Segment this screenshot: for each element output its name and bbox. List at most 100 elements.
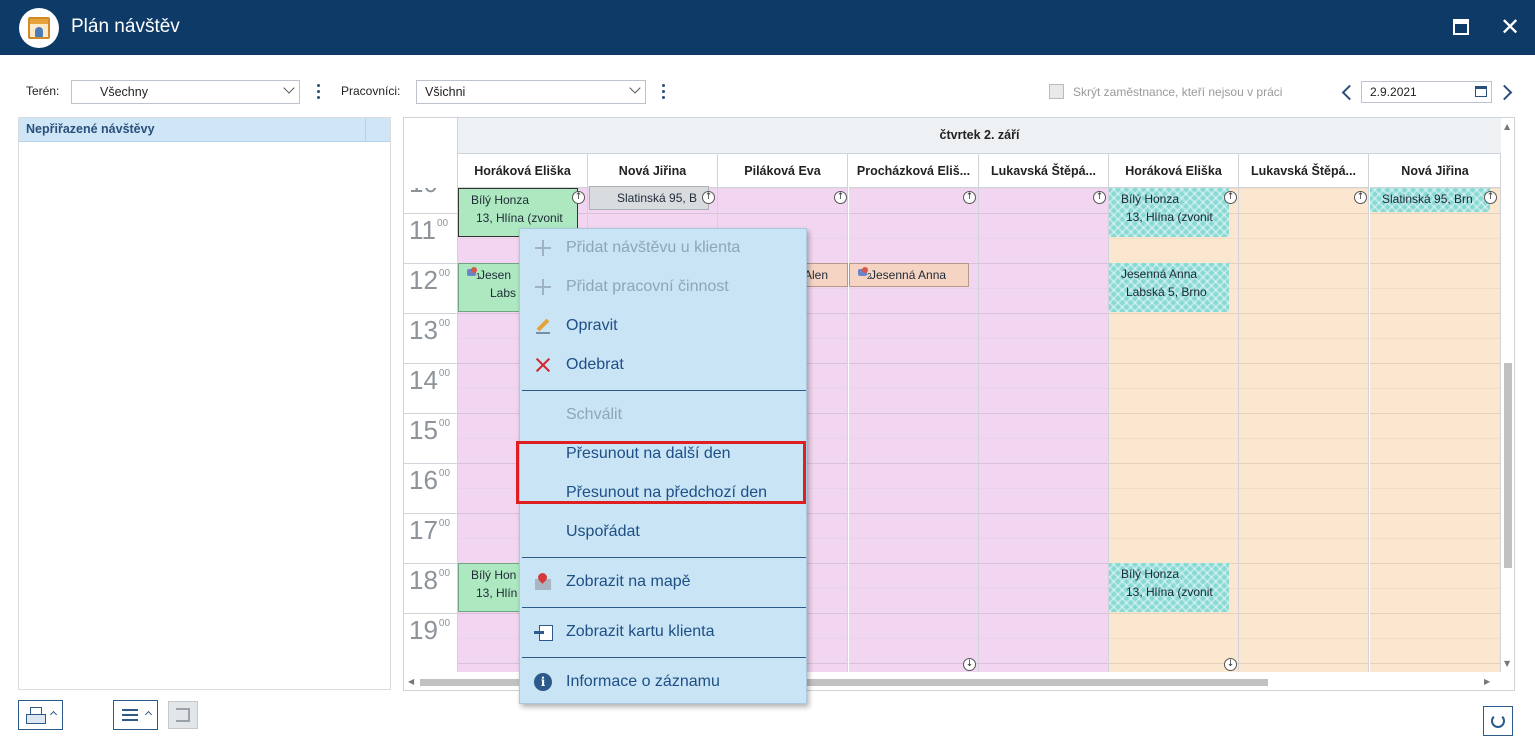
window-title: Plán návštěv bbox=[71, 16, 180, 37]
scroll-right-arrow-icon[interactable]: ▶ bbox=[1484, 677, 1490, 686]
refresh-icon bbox=[1491, 714, 1505, 728]
menu-button[interactable] bbox=[113, 700, 158, 730]
menu-separator bbox=[522, 657, 806, 658]
title-bar: Plán návštěv ✕ bbox=[0, 0, 1535, 55]
menu-separator bbox=[522, 390, 806, 391]
menu-item-odebrat[interactable]: Odebrat bbox=[520, 350, 806, 380]
scroll-down-arrow-icon[interactable]: ▼ bbox=[1504, 659, 1510, 668]
visit-event[interactable]: Jesenná Anna Labská 5, Brno bbox=[1109, 263, 1229, 312]
calendar-icon[interactable] bbox=[1475, 86, 1487, 97]
arrow-up-circle-icon[interactable]: ↑ bbox=[702, 191, 715, 204]
refresh-button[interactable] bbox=[1483, 706, 1513, 736]
column-header[interactable]: Nová Jiřina bbox=[588, 154, 718, 188]
list-icon bbox=[122, 709, 138, 721]
column-header[interactable]: Nová Jiřina bbox=[1370, 154, 1501, 188]
column-header[interactable]: Lukavská Štěpá... bbox=[1239, 154, 1369, 188]
menu-item-label: Přesunout na další den bbox=[566, 445, 731, 462]
menu-item-label: Zobrazit kartu klienta bbox=[566, 623, 715, 640]
arrow-up-circle-icon[interactable]: ↑ bbox=[1224, 191, 1237, 204]
visit-event-address: 13, Hlína (zvonit bbox=[476, 211, 563, 225]
column-header[interactable]: Lukavská Štěpá... bbox=[979, 154, 1109, 188]
visit-event-title: Bílý Honza bbox=[1121, 192, 1180, 206]
move-button[interactable] bbox=[168, 701, 198, 729]
time-label-partial: 10 bbox=[409, 188, 438, 199]
visit-event-title: Bílý Honza bbox=[471, 193, 530, 207]
unassigned-visits-panel: Nepřiřazené návštěvy bbox=[18, 117, 391, 690]
column-header[interactable]: Horáková Eliška bbox=[458, 154, 588, 188]
arrow-up-circle-icon[interactable]: ↑ bbox=[1354, 191, 1367, 204]
scroll-left-arrow-icon[interactable]: ◀ bbox=[408, 677, 414, 686]
employee-column[interactable] bbox=[1239, 188, 1369, 672]
pracovnici-more-button[interactable] bbox=[658, 82, 668, 102]
arrow-up-circle-icon[interactable]: ↑ bbox=[1484, 191, 1497, 204]
chevron-right-icon bbox=[1496, 84, 1513, 101]
menu-item-pridat-navstevu-u-klienta[interactable]: Přidat návštěvu u klienta bbox=[520, 233, 806, 263]
menu-item-presunout-na-predchozi-den[interactable]: Přesunout na předchozí den bbox=[520, 478, 806, 508]
menu-item-pridat-pracovni-cinnost[interactable]: Přidat pracovní činnost bbox=[520, 272, 806, 302]
employee-column[interactable] bbox=[1370, 188, 1501, 672]
arrow-up-circle-icon[interactable]: ↑ bbox=[963, 191, 976, 204]
menu-item-label: Opravit bbox=[566, 317, 618, 334]
plus-icon bbox=[534, 278, 552, 296]
visit-event[interactable]: Slatinská 95, Brn bbox=[1370, 188, 1490, 212]
menu-item-label: Informace o záznamu bbox=[566, 673, 720, 690]
column-header[interactable]: Horáková Eliška bbox=[1109, 154, 1239, 188]
visit-event-title: Slatinská 95, Brn bbox=[1382, 192, 1473, 206]
menu-item-label: Uspořádat bbox=[566, 523, 640, 540]
employee-column[interactable] bbox=[849, 188, 979, 672]
visit-event-address: Labská 5, Brno bbox=[1126, 285, 1207, 299]
close-icon: ✕ bbox=[1499, 13, 1521, 41]
arrow-up-circle-icon[interactable]: ↑ bbox=[1093, 191, 1106, 204]
menu-item-usporadat[interactable]: Uspořádat bbox=[520, 517, 806, 547]
scroll-up-arrow-icon[interactable]: ▲ bbox=[1504, 122, 1510, 131]
visit-event[interactable]: Bílý Honza 13, Hlína (zvonit bbox=[1109, 188, 1229, 237]
time-column: 10 1100 1200 1300 1400 1500 1600 1700 1800 1900 bbox=[404, 188, 458, 672]
menu-item-zobrazit-na-mape[interactable]: Zobrazit na mapě bbox=[520, 567, 806, 597]
vertical-scrollbar[interactable]: ▲ ▼ bbox=[1501, 118, 1514, 674]
column-header[interactable]: Piláková Eva bbox=[718, 154, 848, 188]
previous-day-button[interactable] bbox=[1340, 82, 1358, 102]
pracovnici-label: Pracovníci: bbox=[341, 84, 401, 98]
menu-item-presunout-na-dalsi-den[interactable]: Přesunout na další den bbox=[520, 439, 806, 469]
visit-event[interactable]: Alen bbox=[800, 263, 848, 287]
arrow-down-circle-icon[interactable]: ↓ bbox=[963, 658, 976, 671]
arrow-down-circle-icon[interactable]: ↓ bbox=[1224, 658, 1237, 671]
menu-item-informace-o-zaznamu[interactable]: i Informace o záznamu bbox=[520, 667, 806, 697]
info-icon: i bbox=[534, 673, 552, 691]
x-icon bbox=[534, 356, 552, 374]
hide-absent-checkbox[interactable] bbox=[1049, 84, 1064, 99]
next-day-button[interactable] bbox=[1496, 82, 1515, 102]
vertical-scroll-thumb[interactable] bbox=[1504, 363, 1512, 568]
arrow-up-circle-icon[interactable]: ↑ bbox=[834, 191, 847, 204]
visit-event[interactable]: 2 Jesenná Anna bbox=[849, 263, 969, 287]
menu-item-label: Přidat pracovní činnost bbox=[566, 278, 729, 295]
column-header[interactable]: Procházková Eliš... bbox=[849, 154, 979, 188]
card-icon bbox=[534, 623, 553, 641]
visit-event-title: Alen bbox=[804, 268, 829, 282]
teren-more-button[interactable] bbox=[313, 82, 323, 102]
visit-event[interactable]: Bílý Honza 13, Hlína (zvonit bbox=[1109, 563, 1229, 612]
menu-item-schvalit[interactable]: Schválit bbox=[520, 400, 806, 430]
employee-column[interactable] bbox=[979, 188, 1109, 672]
teren-select[interactable]: Všechny bbox=[71, 80, 300, 104]
teren-label: Terén: bbox=[26, 84, 60, 98]
scheduler-corner bbox=[404, 118, 458, 188]
close-button[interactable]: ✕ bbox=[1495, 12, 1525, 42]
menu-item-zobrazit-kartu-klienta[interactable]: Zobrazit kartu klienta bbox=[520, 617, 806, 647]
chevron-down-icon bbox=[283, 82, 295, 94]
menu-separator bbox=[522, 607, 806, 608]
visit-people-icon: 1 bbox=[467, 267, 480, 281]
time-label: 1500 bbox=[409, 415, 451, 445]
date-input[interactable]: 2.9.2021 bbox=[1361, 81, 1492, 103]
time-label: 1800 bbox=[409, 565, 451, 595]
hide-absent-label: Skrýt zaměstnance, kteří nejsou v práci bbox=[1073, 85, 1283, 99]
visit-event[interactable]: Slatinská 95, B bbox=[589, 186, 709, 210]
menu-item-label: Zobrazit na mapě bbox=[566, 573, 691, 590]
unassigned-visits-header: Nepřiřazené návštěvy bbox=[19, 118, 390, 142]
menu-item-opravit[interactable]: Opravit bbox=[520, 311, 806, 341]
pracovnici-select[interactable]: Všichni bbox=[416, 80, 646, 104]
maximize-button[interactable] bbox=[1446, 12, 1476, 42]
maximize-icon bbox=[1453, 19, 1469, 35]
print-button[interactable] bbox=[18, 700, 63, 730]
arrow-up-circle-icon[interactable]: ↑ bbox=[572, 191, 585, 204]
